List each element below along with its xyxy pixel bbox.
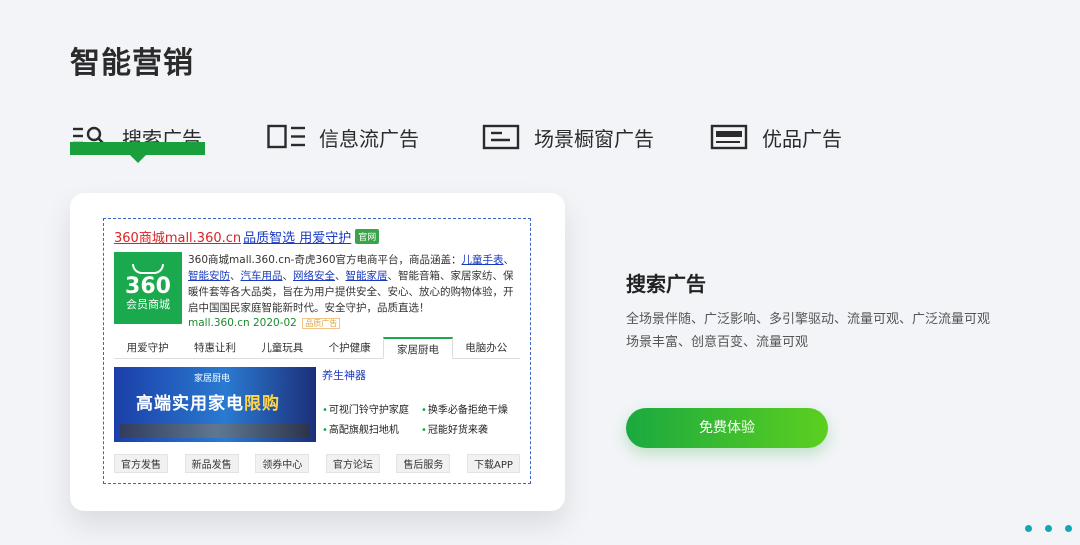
desc-separator: 、 [230, 270, 241, 282]
feed-layout-icon [267, 124, 307, 150]
logo-subtitle: 会员商城 [126, 298, 170, 311]
detail-desc-line: 全场景伴随、广泛影响、多引擎驱动、流量可观、广泛流量可观 [626, 312, 991, 327]
logo-number: 360 [125, 274, 171, 299]
result-description-block: 360商城mall.360.cn-奇虎360官方电商平台，商品涵盖：儿童手表、智… [188, 252, 520, 329]
result-url-date: mall.360.cn 2020-02 [188, 317, 297, 329]
banner-headline-accent: 限购 [244, 394, 280, 414]
result-title-brand[interactable]: 360商城mall.360.cn [114, 227, 241, 246]
promo-item[interactable]: 高配旗舰扫地机 [322, 421, 421, 436]
category-tab[interactable]: 电脑办公 [453, 337, 520, 358]
pagination-dot[interactable] [1065, 525, 1072, 532]
banner-product-strip [120, 424, 310, 438]
tab-underline [70, 142, 205, 155]
window-text-icon [482, 124, 522, 150]
category-tab-active[interactable]: 家居厨电 [383, 337, 453, 359]
promo-section: 家居厨电 高端实用家电限购 养生神器 可视门铃守护家庭 换季必备拒绝干燥 高配旗… [114, 367, 520, 442]
desc-separator: 、 [282, 270, 294, 282]
result-title-slogan[interactable]: 品质智选 用爱守护 [243, 227, 351, 246]
brand-logo: 360 会员商城 [114, 252, 182, 324]
tab-scene-window-ads[interactable]: 场景橱窗广告 [482, 120, 654, 154]
desc-prefix: 360商城mall.360.cn-奇虎360官方电商平台，商品涵盖： [188, 254, 462, 266]
smile-icon [132, 264, 164, 274]
promo-item[interactable]: 冠能好货来袭 [421, 421, 520, 436]
pagination-dot[interactable] [1025, 525, 1032, 532]
promo-title[interactable]: 养生神器 [322, 367, 520, 383]
link-kids-watch[interactable]: 儿童手表 [462, 254, 504, 266]
quick-link[interactable]: 官方发售 [114, 454, 168, 473]
promo-links: 养生神器 可视门铃守护家庭 换季必备拒绝干燥 高配旗舰扫地机 冠能好货来袭 [322, 367, 520, 442]
quick-link[interactable]: 领券中心 [255, 454, 310, 473]
tab-label: 优品广告 [762, 126, 842, 151]
search-result-mock: 360商城mall.360.cn 品质智选 用爱守护 官网 360 会员商城 3… [103, 218, 531, 484]
quick-link[interactable]: 下载APP [467, 454, 520, 473]
free-trial-button[interactable]: 免费体验 [626, 408, 828, 448]
tab-feed-ads[interactable]: 信息流广告 [267, 120, 419, 154]
quick-link[interactable]: 新品发售 [184, 454, 239, 473]
promo-item[interactable]: 换季必备拒绝干燥 [421, 401, 520, 416]
category-tab[interactable]: 个护健康 [316, 337, 383, 358]
detail-title: 搜索广告 [626, 272, 706, 296]
pagination-dots [1025, 525, 1080, 532]
banner-subtitle: 家居厨电 [194, 374, 231, 384]
result-meta: mall.360.cn 2020-02 品质广告 [188, 317, 520, 329]
tab-label: 信息流广告 [319, 126, 419, 151]
promo-item[interactable]: 可视门铃守护家庭 [322, 401, 421, 416]
promo-banner[interactable]: 家居厨电 高端实用家电限购 [114, 367, 316, 442]
quick-link[interactable]: 售后服务 [396, 454, 451, 473]
quality-ad-tag: 品质广告 [302, 318, 341, 329]
category-tab[interactable]: 儿童玩具 [249, 337, 316, 358]
pagination-dot[interactable] [1045, 525, 1052, 532]
result-title[interactable]: 360商城mall.360.cn 品质智选 用爱守护 官网 [114, 227, 520, 246]
footer-quick-links: 官方发售 新品发售 领券中心 官方论坛 售后服务 下载APP [114, 454, 520, 473]
result-description: 360商城mall.360.cn-奇虎360官方电商平台，商品涵盖：儿童手表、智… [188, 252, 520, 316]
link-smart-home[interactable]: 智能家居 [346, 270, 388, 282]
category-tab[interactable]: 用爱守护 [114, 337, 181, 358]
desc-separator: 、 [503, 254, 515, 266]
link-smart-security[interactable]: 智能安防 [188, 270, 230, 282]
banner-headline: 高端实用家电限购 [136, 389, 280, 414]
banner-headline-main: 高端实用家电 [136, 394, 244, 414]
official-badge: 官网 [355, 229, 380, 244]
result-body: 360 会员商城 360商城mall.360.cn-奇虎360官方电商平台，商品… [114, 252, 520, 329]
tab-label: 场景橱窗广告 [534, 126, 654, 151]
tab-active-caret [130, 155, 146, 163]
detail-description: 全场景伴随、广泛影响、多引擎驱动、流量可观、广泛流量可观 场景丰富、创意百变、流… [626, 308, 1046, 354]
tab-premium-ads[interactable]: 优品广告 [710, 120, 842, 154]
section-title: 智能营销 [70, 46, 194, 81]
search-ad-preview-card: 360商城mall.360.cn 品质智选 用爱守护 官网 360 会员商城 3… [70, 193, 565, 511]
promo-item-grid: 可视门铃守护家庭 换季必备拒绝干燥 高配旗舰扫地机 冠能好货来袭 [322, 401, 520, 436]
desc-separator: 、 [335, 270, 346, 282]
detail-desc-line: 场景丰富、创意百变、流量可观 [626, 335, 809, 350]
link-network-security[interactable]: 网络安全 [293, 270, 335, 282]
banner-card-icon [710, 124, 750, 150]
link-car-products[interactable]: 汽车用品 [241, 270, 283, 282]
category-tabs: 用爱守护 特惠让利 儿童玩具 个护健康 家居厨电 电脑办公 [114, 337, 520, 359]
quick-link[interactable]: 官方论坛 [325, 454, 380, 473]
category-tab[interactable]: 特惠让利 [181, 337, 248, 358]
